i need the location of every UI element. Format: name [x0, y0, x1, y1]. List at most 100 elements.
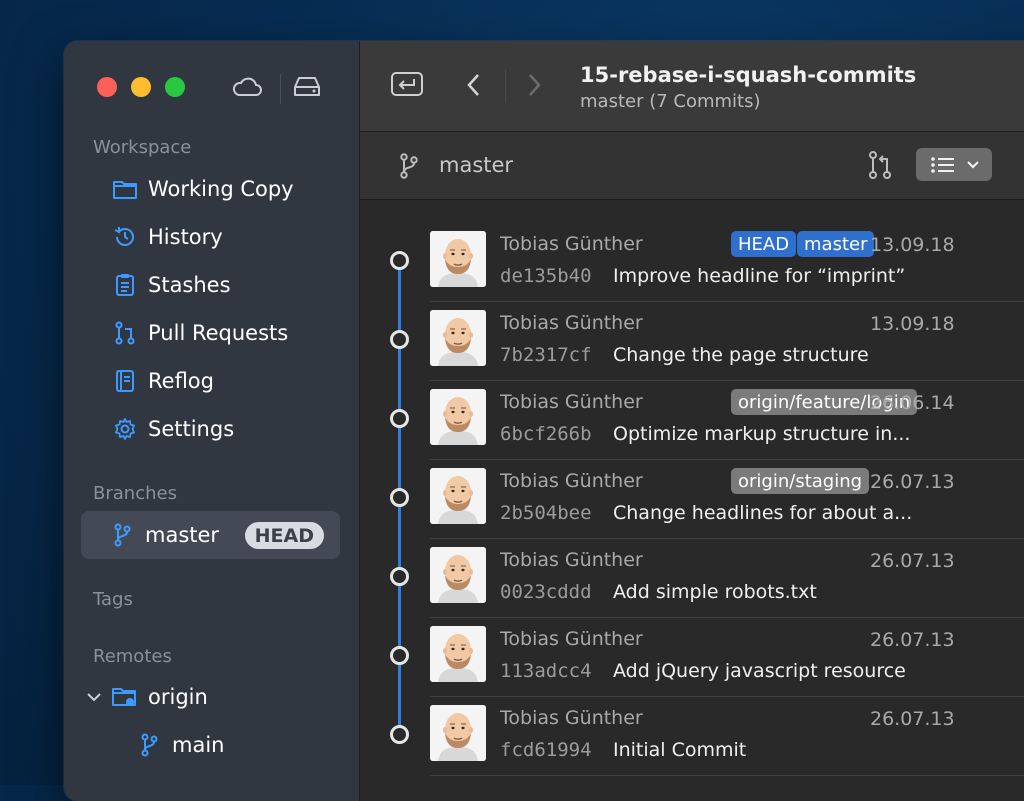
author-avatar: [430, 310, 486, 366]
nav-divider: [505, 69, 506, 103]
chevron-down-icon[interactable]: [86, 691, 102, 703]
current-branch-label[interactable]: master: [439, 153, 513, 177]
zoom-window-button[interactable]: [165, 77, 185, 97]
commit-author: Tobias Günther: [500, 628, 643, 650]
branch-icon: [400, 153, 418, 179]
clock-history-icon: [112, 224, 138, 250]
commit-graph-node: [390, 567, 409, 586]
commit-message: Optimize markup structure in...: [613, 423, 911, 445]
book-icon: [112, 368, 138, 394]
commit-message: Change headlines for about a...: [613, 502, 913, 524]
workspace-section-title: Workspace: [93, 137, 192, 158]
folder-icon: [112, 176, 138, 202]
hard-drive-icon[interactable]: [290, 73, 324, 101]
commit-graph-node: [390, 646, 409, 665]
nav-back-icon[interactable]: [464, 71, 484, 99]
commit-date: 13.09.18: [870, 234, 955, 256]
gear-icon: [112, 416, 138, 442]
commit-message: Add simple robots.txt: [613, 581, 817, 603]
author-avatar: [430, 468, 486, 524]
tags-section-title[interactable]: Tags: [93, 589, 133, 610]
author-avatar: [430, 231, 486, 287]
commit-row[interactable]: Tobias Günther 26.07.13 0023cddd Add simple…: [430, 539, 1024, 618]
commit-graph-node: [390, 409, 409, 428]
sidebar-item-label: Stashes: [148, 273, 231, 297]
remote-branch-name: main: [172, 733, 225, 757]
commit-date: 26.07.13: [870, 629, 955, 651]
sidebar-item-history[interactable]: History: [112, 219, 223, 255]
commit-row[interactable]: Tobias Günther 13.09.18 7b2317cf Change the…: [430, 302, 1024, 381]
commit-hash: de135b40: [500, 265, 592, 287]
view-options-dropdown[interactable]: [916, 148, 992, 181]
branch-icon: [113, 522, 135, 548]
sidebar-item-label: Pull Requests: [148, 321, 289, 345]
branch-icon: [136, 732, 162, 758]
commit-row[interactable]: Tobias Günther origin/feature/login 26.06.…: [430, 381, 1024, 460]
commit-graph-node: [390, 725, 409, 744]
commit-date: 26.06.14: [870, 392, 955, 414]
commit-row[interactable]: Tobias Günther 26.07.13 fcd61994 Initial Co…: [430, 697, 1024, 776]
main-panel: 15-rebase-i-squash-commits master (7 Com…: [360, 41, 1024, 801]
cloud-icon[interactable]: [230, 73, 264, 101]
commit-hash: 6bcf266b: [500, 423, 592, 445]
author-avatar: [430, 626, 486, 682]
commit-hash: 2b504bee: [500, 502, 592, 524]
commit-author: Tobias Günther: [500, 549, 643, 571]
author-avatar: [430, 389, 486, 445]
sidebar-item-label: Reflog: [148, 369, 214, 393]
sidebar-item-stashes[interactable]: Stashes: [112, 267, 231, 303]
commit-list: Tobias Günther HEAD master 13.09.18 de135b40…: [360, 200, 1024, 801]
commit-author: Tobias Günther: [500, 470, 643, 492]
pull-request-icon: [112, 320, 138, 346]
ref-badge[interactable]: master: [797, 231, 875, 257]
ref-badge[interactable]: origin/staging: [731, 468, 870, 494]
sidebar-item-working-copy[interactable]: Working Copy: [112, 171, 294, 207]
clipboard-icon: [112, 272, 138, 298]
commit-row[interactable]: Tobias Günther origin/staging 26.07.13 2b50…: [430, 460, 1024, 539]
author-avatar: [430, 705, 486, 761]
row-divider: [430, 775, 1024, 776]
sidebar-item-reflog[interactable]: Reflog: [112, 363, 214, 399]
ref-badge[interactable]: HEAD: [731, 231, 797, 257]
commit-row[interactable]: Tobias Günther HEAD master 13.09.18 de135b40…: [430, 223, 1024, 302]
commit-author: Tobias Günther: [500, 391, 643, 413]
sidebar: Workspace Working Copy History Stashes P…: [64, 41, 360, 801]
commit-hash: 0023cddd: [500, 581, 592, 603]
sidebar-branch-master[interactable]: master HEAD: [81, 511, 340, 559]
sidebar-toolbar-divider: [280, 74, 281, 104]
minimize-window-button[interactable]: [131, 77, 151, 97]
commit-date: 26.07.13: [870, 708, 955, 730]
close-window-button[interactable]: [97, 77, 117, 97]
commit-message: Improve headline for “imprint”: [613, 265, 906, 287]
repository-back-icon[interactable]: [390, 69, 424, 99]
commit-date: 26.07.13: [870, 471, 955, 493]
commit-date: 26.07.13: [870, 550, 955, 572]
remote-origin[interactable]: origin: [86, 679, 208, 715]
commit-hash: 113adcc4: [500, 660, 592, 682]
remote-branch-main[interactable]: main: [136, 727, 224, 763]
repository-title: 15-rebase-i-squash-commits: [580, 63, 917, 87]
sidebar-item-label: Settings: [148, 417, 235, 441]
author-avatar: [430, 547, 486, 603]
commit-message: Initial Commit: [613, 739, 747, 761]
sidebar-item-pull-requests[interactable]: Pull Requests: [112, 315, 288, 351]
list-icon: [931, 157, 954, 173]
nav-forward-icon[interactable]: [524, 71, 544, 99]
commit-row[interactable]: Tobias Günther 26.07.13 113adcc4 Add jQuery…: [430, 618, 1024, 697]
commit-message: Add jQuery javascript resource: [613, 660, 906, 682]
commit-hash: 7b2317cf: [500, 344, 592, 366]
sidebar-item-settings[interactable]: Settings: [112, 411, 234, 447]
remotes-section-title[interactable]: Remotes: [93, 646, 172, 667]
pull-request-icon[interactable]: [866, 150, 894, 180]
app-window: Workspace Working Copy History Stashes P…: [64, 41, 1024, 801]
sidebar-item-label: History: [148, 225, 223, 249]
commit-message: Change the page structure: [613, 344, 869, 366]
commit-graph-node: [390, 330, 409, 349]
toolbar: 15-rebase-i-squash-commits master (7 Com…: [360, 41, 1024, 132]
window-controls: [97, 77, 185, 97]
branch-bar: master: [360, 132, 1024, 200]
sidebar-item-label: Working Copy: [148, 177, 294, 201]
commit-author: Tobias Günther: [500, 707, 643, 729]
chevron-down-icon: [967, 161, 979, 169]
branch-name: master: [145, 523, 220, 547]
